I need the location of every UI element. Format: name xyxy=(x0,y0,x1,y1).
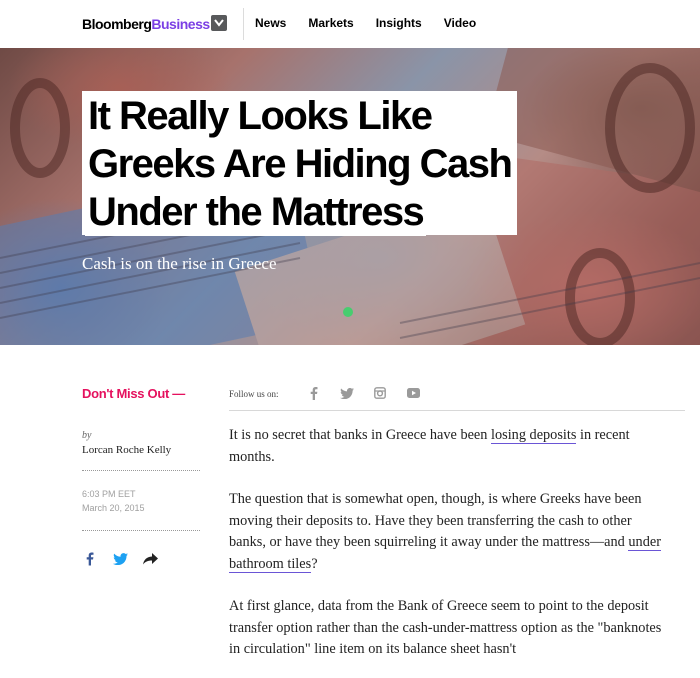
paragraph-2-text-end: ? xyxy=(311,555,318,572)
article-dek: Cash is on the rise in Greece xyxy=(82,254,277,273)
share-arrow-icon[interactable] xyxy=(142,551,158,567)
nav-news[interactable]: News xyxy=(255,16,286,30)
nav-markets[interactable]: Markets xyxy=(308,16,353,30)
paragraph-2-text: The question that is somewhat open, thou… xyxy=(229,491,642,550)
logo-bloomberg: Bloomberg xyxy=(82,16,152,32)
dont-miss-out-link[interactable]: Don't Miss Out — xyxy=(82,386,185,401)
headline-line-3: Under the Mattress xyxy=(85,189,427,236)
top-navbar: BloombergBusiness News Markets Insights … xyxy=(0,0,700,48)
main-nav: News Markets Insights Video xyxy=(255,16,498,30)
bloomberg-business-logo[interactable]: BloombergBusiness xyxy=(82,16,210,32)
logo-business: Business xyxy=(151,16,210,32)
nav-video[interactable]: Video xyxy=(444,16,476,30)
headline-line-1: It Really Looks Like xyxy=(85,93,435,140)
paragraph-1-text: It is no secret that banks in Greece hav… xyxy=(229,427,492,443)
link-losing-deposits[interactable]: losing deposits xyxy=(491,427,577,444)
byline-divider xyxy=(82,530,200,531)
article-headline: It Really Looks Like Greeks Are Hiding C… xyxy=(82,91,518,236)
twitter-share-icon[interactable] xyxy=(112,551,128,567)
article-body: It is no secret that banks in Greece hav… xyxy=(229,425,669,678)
youtube-icon[interactable] xyxy=(405,386,421,400)
section-divider xyxy=(229,410,685,411)
author-link[interactable]: Lorcan Roche Kelly xyxy=(82,444,171,456)
follow-icons xyxy=(306,386,421,400)
paragraph-3: At first glance, data from the Bank of G… xyxy=(229,598,662,657)
facebook-icon[interactable] xyxy=(306,386,322,400)
nav-divider xyxy=(243,8,244,40)
instagram-icon[interactable] xyxy=(372,386,388,400)
share-buttons xyxy=(82,551,158,567)
publish-date: March 20, 2015 xyxy=(82,503,145,513)
hero-banner: It Really Looks Like Greeks Are Hiding C… xyxy=(0,48,700,345)
headline-line-2: Greeks Are Hiding Cash xyxy=(85,141,515,188)
menu-dropdown-button[interactable] xyxy=(211,15,227,31)
paragraph-2: The question that is somewhat open, thou… xyxy=(229,489,669,575)
paragraph-1: It is no secret that banks in Greece hav… xyxy=(229,425,669,468)
nav-insights[interactable]: Insights xyxy=(376,16,422,30)
byline-by: by xyxy=(82,430,92,441)
follow-us-label: Follow us on: xyxy=(229,389,279,399)
chevron-down-icon xyxy=(214,19,224,27)
byline-divider xyxy=(82,470,200,471)
facebook-share-icon[interactable] xyxy=(82,551,98,567)
publish-time: 6:03 PM EET xyxy=(82,489,136,499)
twitter-icon[interactable] xyxy=(339,386,355,400)
